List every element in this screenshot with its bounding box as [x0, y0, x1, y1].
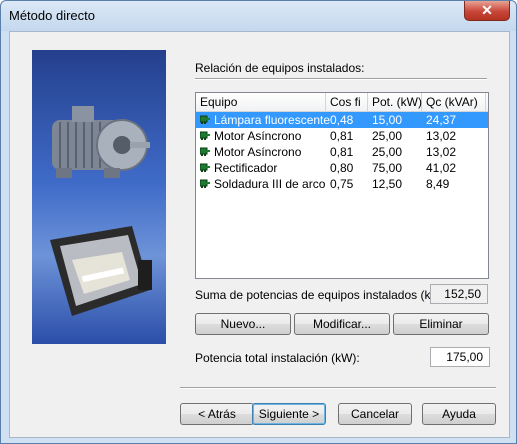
cell-qc: 41,02 [426, 161, 457, 175]
help-button[interactable]: Ayuda [422, 403, 496, 425]
sum-power-field: 152,50 [430, 284, 488, 304]
cell-qc: 8,49 [426, 177, 450, 191]
column-header-qc[interactable]: Qc (kVAr) [422, 93, 486, 111]
cell-cosfi: 0,81 [330, 145, 354, 159]
cell-equipo: Rectificador [214, 161, 278, 175]
table-row[interactable]: Soldadura III de arco 0,75 12,50 8,49 [196, 176, 488, 192]
sum-power-label: Suma de potencias de equipos instalados … [195, 288, 450, 302]
installed-equipment-label: Relación de equipos instalados: [195, 61, 365, 75]
electric-motor-icon [52, 106, 150, 178]
footer-divider [180, 387, 496, 389]
cancel-button[interactable]: Cancelar [338, 403, 412, 425]
cell-qc: 13,02 [426, 145, 457, 159]
cell-cosfi: 0,48 [330, 113, 354, 127]
cell-cosfi: 0,80 [330, 161, 354, 175]
modify-button[interactable]: Modificar... [294, 313, 390, 335]
title-bar: Método directo ✕ [1, 1, 516, 31]
cell-pot: 12,50 [372, 177, 403, 191]
column-header-equipo[interactable]: Equipo [196, 93, 326, 111]
cell-cosfi: 0,75 [330, 177, 354, 191]
cell-equipo: Motor Asíncrono [214, 129, 302, 143]
table-row[interactable]: Lámpara fluorescente 0,48 15,00 24,37 [196, 112, 488, 128]
close-icon: ✕ [481, 2, 493, 18]
equipment-illustration [32, 50, 166, 344]
close-button[interactable]: ✕ [464, 1, 510, 21]
equipment-icon [200, 163, 210, 172]
back-button[interactable]: < Atrás [180, 403, 254, 425]
cell-equipo: Lámpara fluorescente [214, 113, 331, 127]
table-row[interactable]: Rectificador 0,80 75,00 41,02 [196, 160, 488, 176]
equipment-icon [200, 115, 210, 124]
column-header-potencia[interactable]: Pot. (kW) [368, 93, 422, 111]
cell-equipo: Soldadura III de arco [214, 177, 326, 191]
equipment-icon [200, 147, 210, 156]
column-header-cos-fi[interactable]: Cos fi [326, 93, 368, 111]
cell-equipo: Motor Asíncrono [214, 145, 302, 159]
section-divider [195, 78, 487, 80]
total-power-input[interactable]: 175,00 [430, 347, 490, 367]
cell-qc: 13,02 [426, 129, 457, 143]
list-header: Equipo Cos fi Pot. (kW) Qc (kVAr) [196, 93, 488, 112]
cell-pot: 15,00 [372, 113, 403, 127]
new-button[interactable]: Nuevo... [195, 313, 291, 335]
floodlight-lamp-icon [50, 226, 152, 316]
table-row[interactable]: Motor Asíncrono 0,81 25,00 13,02 [196, 128, 488, 144]
equipment-icon [200, 179, 210, 188]
dialog-window: Método directo ✕ Relación de equipos ins… [0, 0, 517, 444]
next-button[interactable]: Siguiente > [252, 403, 326, 425]
cell-qc: 24,37 [426, 113, 457, 127]
cell-pot: 25,00 [372, 145, 403, 159]
delete-button[interactable]: Eliminar [393, 313, 489, 335]
equipment-icon [200, 131, 210, 140]
window-title: Método directo [9, 8, 95, 23]
cell-pot: 75,00 [372, 161, 403, 175]
total-power-label: Potencia total instalación (kW): [195, 351, 360, 365]
cell-cosfi: 0,81 [330, 129, 354, 143]
cell-pot: 25,00 [372, 129, 403, 143]
dialog-client-area: Relación de equipos instalados: Equipo C… [9, 31, 510, 438]
equipment-list[interactable]: Equipo Cos fi Pot. (kW) Qc (kVAr) Lámpar… [195, 92, 489, 279]
table-row[interactable]: Motor Asíncrono 0,81 25,00 13,02 [196, 144, 488, 160]
